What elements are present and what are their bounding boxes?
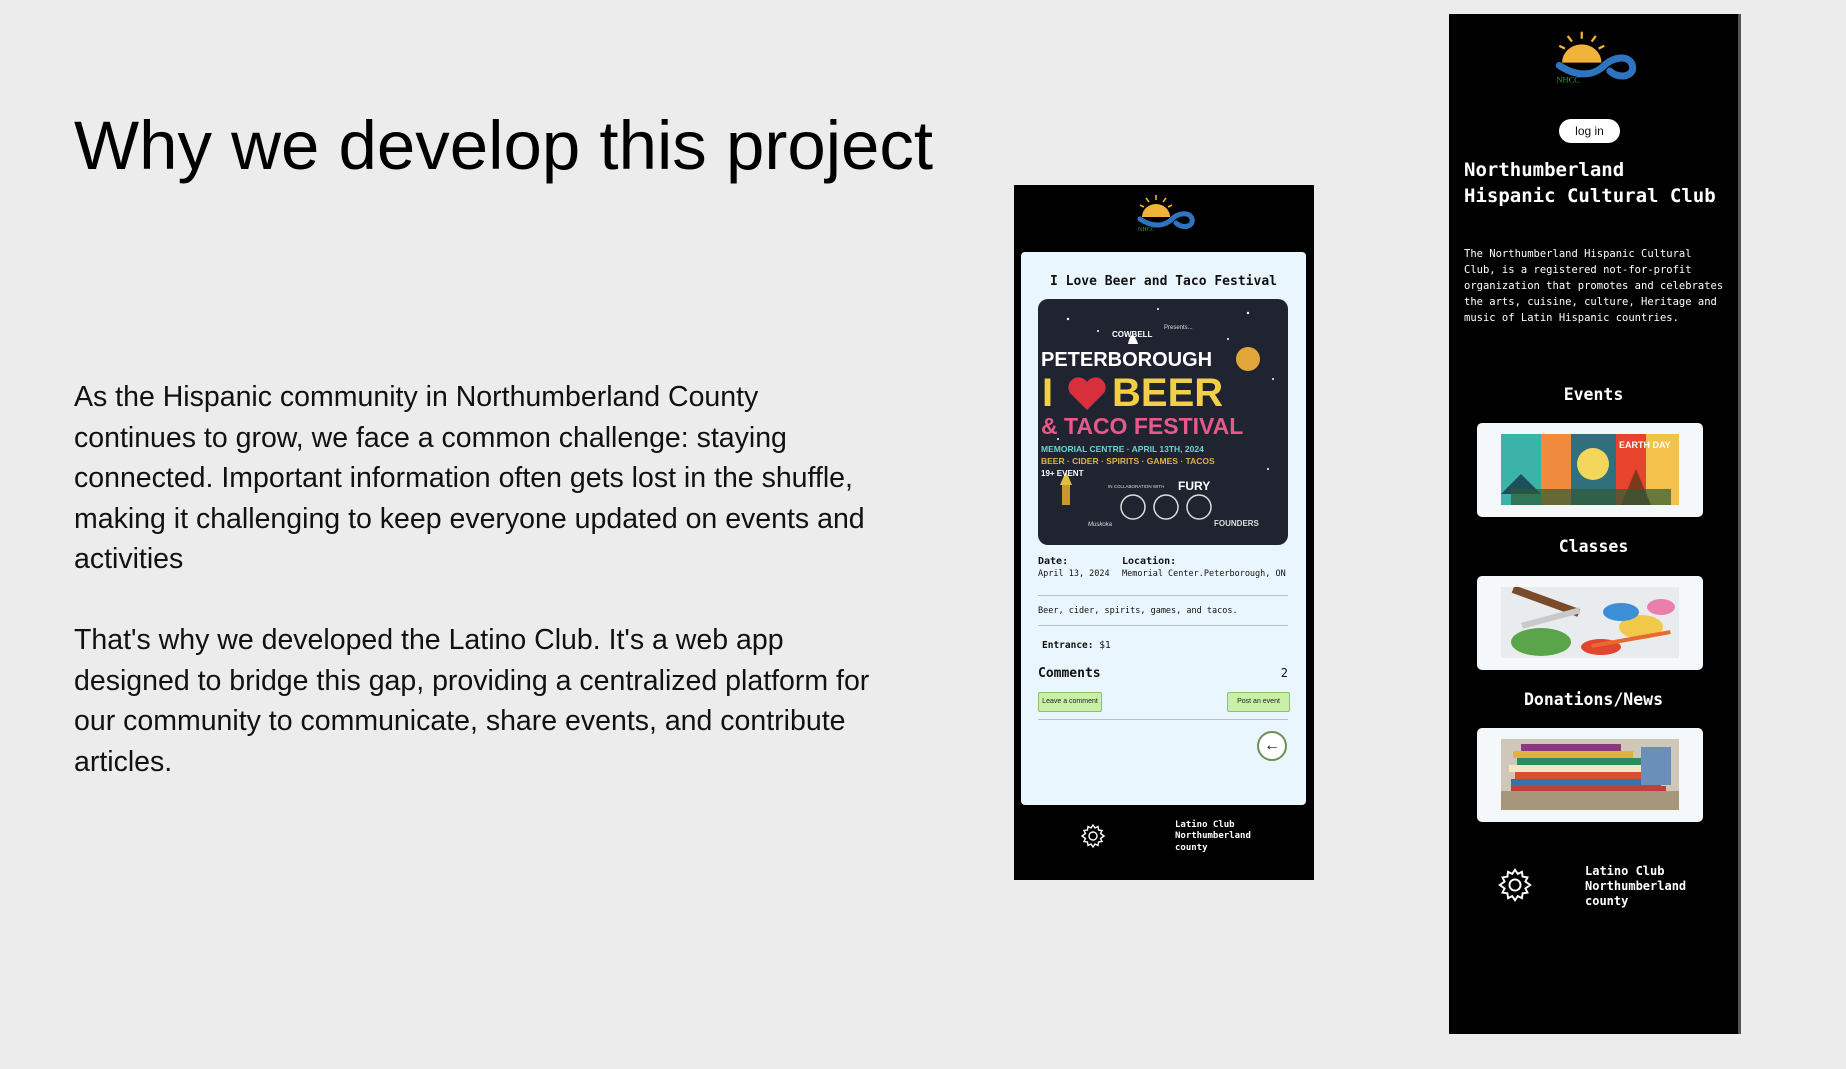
footer-line-1: Latino Club	[1585, 864, 1665, 878]
gear-icon[interactable]	[1497, 867, 1533, 903]
intro-paragraph: As the Hispanic community in Northumberl…	[74, 381, 865, 576]
divider	[1038, 595, 1288, 596]
section-title-classes: Classes	[1558, 537, 1629, 556]
poster-line4: MEMORIAL CENTRE · APRIL 13TH, 2024	[1041, 444, 1204, 454]
login-button[interactable]: log in	[1559, 119, 1620, 143]
classes-card[interactable]	[1477, 576, 1703, 670]
donations-news-image	[1501, 739, 1679, 810]
books-illustration	[1501, 739, 1679, 810]
sun-wave-logo-icon: NHCC	[1555, 31, 1637, 84]
poster-fury: FURY	[1178, 479, 1211, 493]
entrance-label: Entrance:	[1042, 640, 1094, 651]
location-label: Location:	[1122, 556, 1177, 567]
arrow-left-icon: ←	[1264, 737, 1280, 754]
post-event-button[interactable]: Post an event	[1227, 692, 1290, 712]
entrance-value: $1	[1099, 640, 1111, 651]
leave-comment-button[interactable]: Leave a comment	[1038, 692, 1102, 712]
poster-i: I	[1042, 371, 1054, 415]
gear-icon[interactable]	[1080, 823, 1106, 849]
home-screenshot: NHCC log in Northumberland Hispanic Cult…	[1449, 14, 1741, 1034]
footer-line-2: Northumberland	[1175, 831, 1251, 842]
comments-count: 2	[1280, 666, 1288, 680]
poster-founders: FOUNDERS	[1214, 519, 1259, 528]
poster-line5: BEER · CIDER · SPIRITS · GAMES · TACOS	[1041, 456, 1215, 466]
event-description: Beer, cider, spirits, games, and tacos.	[1038, 606, 1238, 616]
events-card[interactable]: EARTH DAY	[1477, 423, 1703, 517]
events-image-text: EARTH DAY	[1619, 440, 1671, 450]
footer-line-3: county	[1175, 842, 1208, 853]
event-detail-screenshot: NHCC I Love Beer and Taco Festival COWBE…	[1014, 185, 1314, 880]
donations-news-card[interactable]	[1477, 728, 1703, 822]
slide-title: Why we develop this project	[74, 107, 934, 184]
location-value: Memorial Center.Peterborough, ON	[1122, 569, 1286, 579]
poster-line1: PETERBOROUGH	[1041, 349, 1213, 371]
footer-brand: Latino Club Northumberland county	[1585, 864, 1686, 909]
poster-collab: IN COLLABORATION WITH	[1108, 484, 1165, 489]
poster-line6: 19+ EVENT	[1041, 469, 1084, 478]
event-poster-image: COWBELL Presents... PETERBOROUGH I BEER …	[1038, 299, 1288, 545]
comments-label: Comments	[1038, 666, 1101, 681]
poster-presents: Presents...	[1164, 325, 1193, 331]
event-card: I Love Beer and Taco Festival COWBELL Pr…	[1021, 252, 1306, 805]
classes-illustration	[1501, 587, 1679, 658]
footer-line-2: Northumberland	[1585, 879, 1687, 893]
poster-sponsor: Muskoka	[1088, 522, 1113, 528]
events-illustration: EARTH DAY	[1501, 434, 1679, 505]
logo-text: NHCC	[1556, 74, 1580, 84]
heart-icon	[1068, 377, 1106, 410]
date-label: Date:	[1038, 556, 1069, 567]
divider	[1038, 719, 1288, 720]
back-button[interactable]: ←	[1257, 731, 1287, 761]
classes-image	[1501, 587, 1679, 658]
event-title: I Love Beer and Taco Festival	[1050, 274, 1277, 289]
club-description: The Northumberland Hispanic Cultural Clu…	[1464, 248, 1724, 324]
solution-paragraph: That's why we developed the Latino Club.…	[74, 624, 870, 778]
sun-wave-logo-icon: NHCC	[1137, 195, 1195, 233]
club-title: Northumberland Hispanic Cultural Club	[1464, 159, 1716, 207]
date-value: April 13, 2024	[1038, 569, 1110, 579]
footer-brand: Latino Club Northumberland county	[1175, 820, 1251, 854]
section-title-donations-news: Donations/News	[1523, 690, 1664, 709]
entrance-info: Entrance: $1	[1042, 640, 1111, 651]
footer-line-3: county	[1585, 894, 1629, 908]
poster-brand: COWBELL	[1112, 330, 1153, 339]
events-image: EARTH DAY	[1501, 434, 1679, 505]
poster-line3: & TACO FESTIVAL	[1041, 413, 1244, 439]
section-title-events: Events	[1563, 385, 1624, 404]
logo-text: NHCC	[1138, 227, 1155, 233]
footer-line-1: Latino Club	[1175, 820, 1235, 830]
divider	[1038, 625, 1288, 626]
poster-beer: BEER	[1112, 371, 1224, 415]
